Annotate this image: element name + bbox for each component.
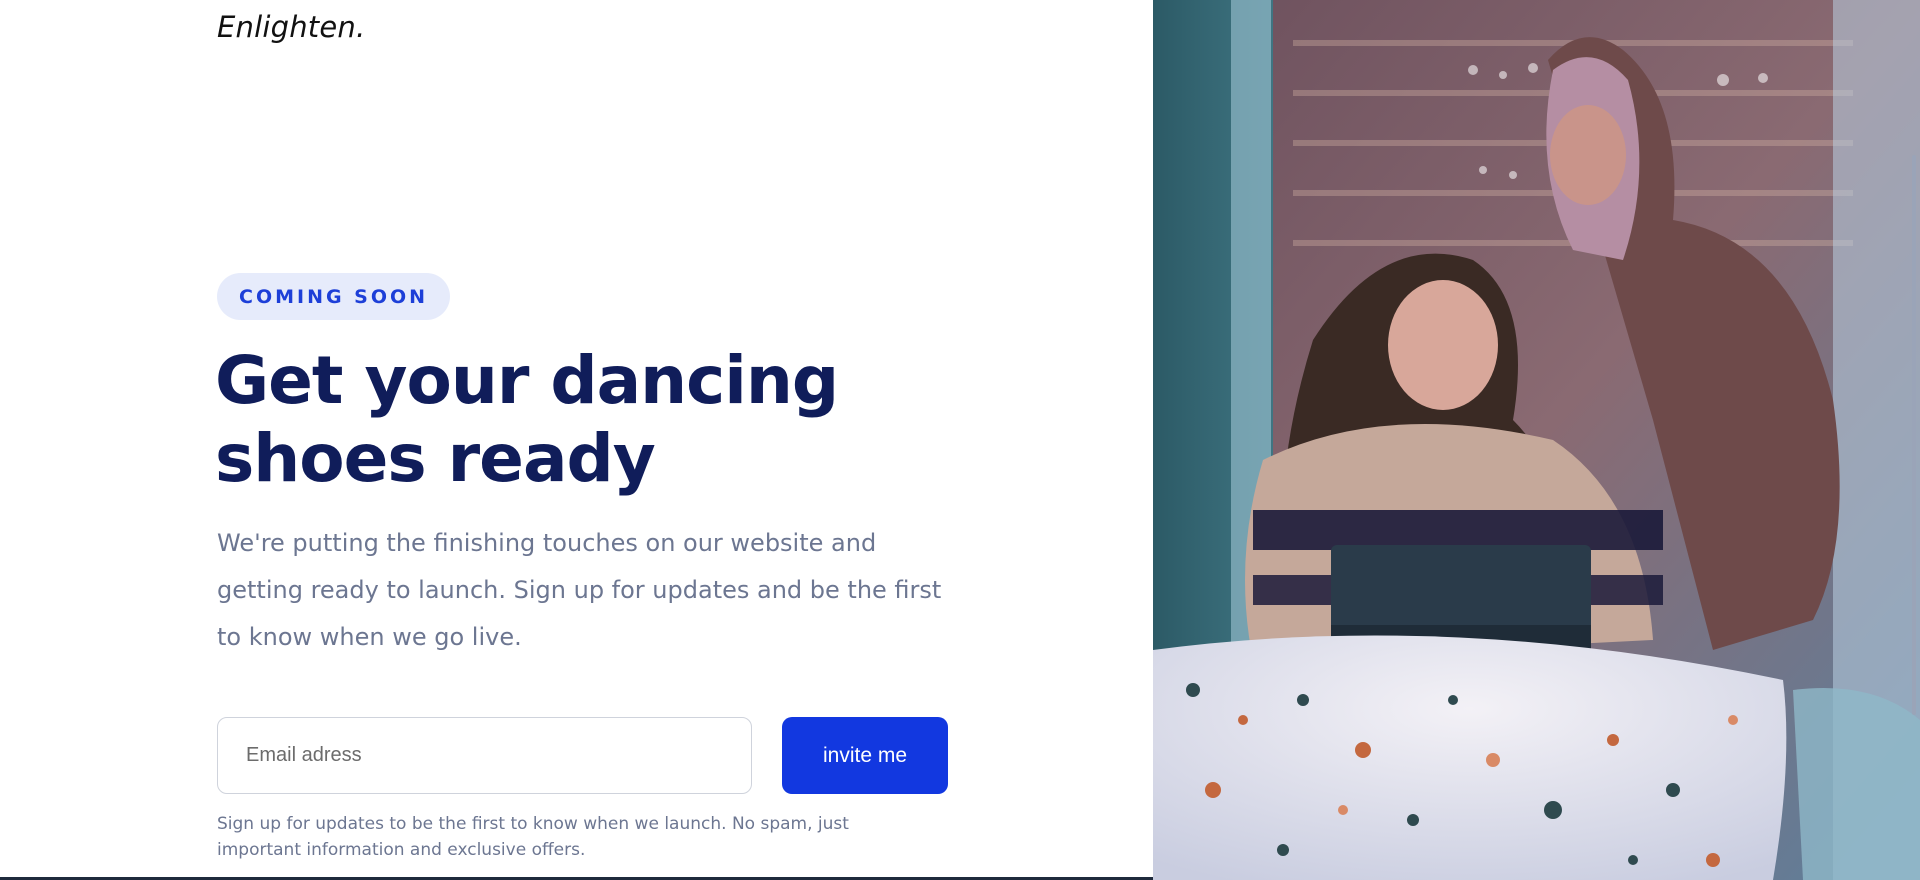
headline-line-2: shoes ready	[215, 420, 656, 497]
badge-label: COMING SOON	[239, 285, 429, 308]
signup-disclaimer: Sign up for updates to be the first to k…	[217, 814, 849, 860]
page-title: Get your dancing shoes ready	[215, 342, 915, 498]
email-field[interactable]	[217, 717, 752, 794]
hero-photo-illustration	[1153, 0, 1920, 880]
scrollbar[interactable]	[1912, 155, 1916, 715]
coming-soon-badge: COMING SOON	[217, 273, 451, 320]
coming-soon-page: Enlighten. COMING SOON Get your dancing …	[0, 0, 1920, 880]
invite-me-button[interactable]: invite me	[782, 717, 948, 794]
hero-description: We're putting the finishing touches on o…	[217, 529, 942, 651]
headline-line-1: Get your dancing	[215, 342, 839, 419]
brand-logo[interactable]: Enlighten.	[217, 10, 365, 44]
hero-photo	[1153, 0, 1920, 880]
